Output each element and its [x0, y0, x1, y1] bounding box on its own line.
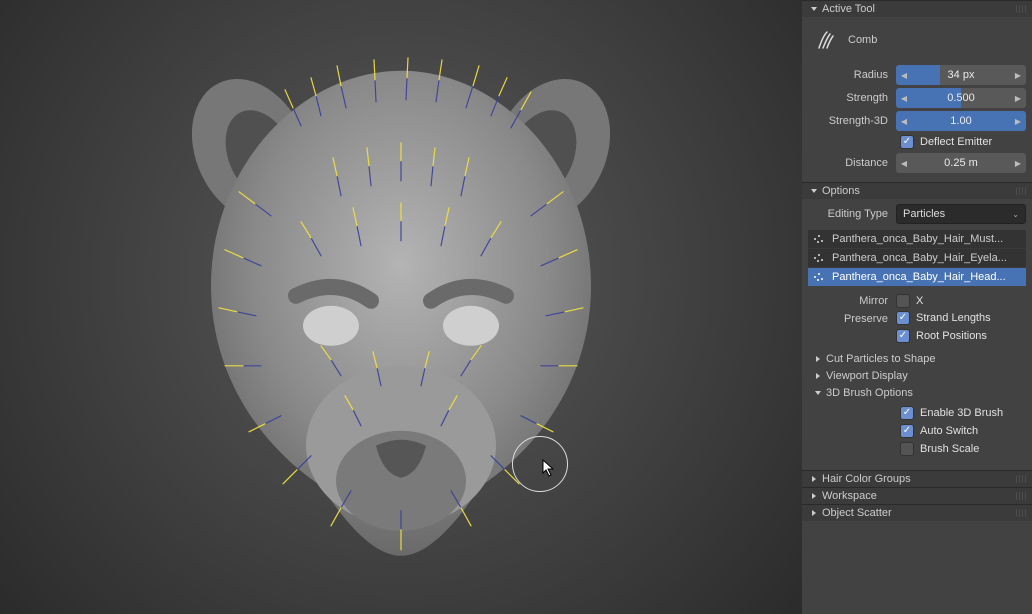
caret-left-icon[interactable]: ◀ — [898, 88, 910, 108]
particles-icon — [812, 251, 826, 265]
chevron-down-icon — [810, 5, 818, 13]
panel-grip-icon — [1016, 5, 1028, 13]
chevron-right-icon — [814, 355, 822, 363]
panel-title: Active Tool — [822, 3, 875, 15]
caret-left-icon[interactable]: ◀ — [898, 153, 910, 173]
strength3d-label: Strength-3D — [808, 115, 892, 127]
chevron-right-icon — [814, 372, 822, 380]
distance-value: 0.25 m — [944, 157, 978, 169]
brush-scale-checkbox[interactable] — [900, 442, 914, 456]
editing-type-dropdown[interactable]: Particles ⌄ — [896, 204, 1026, 224]
chevron-right-icon — [810, 509, 818, 517]
strength-label: Strength — [808, 92, 892, 104]
chevron-down-icon: ⌄ — [1012, 210, 1019, 219]
strength3d-input[interactable]: ◀ 1.00 ▶ — [896, 111, 1026, 131]
radius-input[interactable]: ◀ 34 px ▶ — [896, 65, 1026, 85]
list-item[interactable]: Panthera_onca_Baby_Hair_Must... — [808, 230, 1026, 248]
chevron-down-icon — [814, 389, 822, 397]
strength3d-value: 1.00 — [950, 115, 971, 127]
list-item[interactable]: Panthera_onca_Baby_Hair_Head... — [808, 267, 1026, 286]
chevron-down-icon — [810, 187, 818, 195]
preserve-strand-lengths-checkbox[interactable] — [896, 311, 910, 325]
editing-type-value: Particles — [903, 208, 945, 220]
panel-title: Options — [822, 185, 860, 197]
chevron-right-icon — [810, 492, 818, 500]
radius-value: 34 px — [948, 69, 975, 81]
subpanel-cut-particles[interactable]: Cut Particles to Shape — [808, 351, 1026, 367]
list-item[interactable]: Panthera_onca_Baby_Hair_Eyela... — [808, 248, 1026, 267]
app-root: Active Tool Comb Radius ◀ 34 px ▶ — [0, 0, 1032, 614]
mirror-x-checkbox[interactable] — [896, 294, 910, 308]
strength-value: 0.500 — [947, 92, 975, 104]
caret-left-icon[interactable]: ◀ — [898, 65, 910, 85]
auto-switch-checkbox[interactable] — [900, 424, 914, 438]
panel-header-options[interactable]: Options — [802, 182, 1032, 199]
auto-switch-label: Auto Switch — [920, 425, 978, 437]
subpanel-title: 3D Brush Options — [826, 387, 913, 399]
preserve-label: Preserve — [808, 311, 892, 325]
panel-header-object-scatter[interactable]: Object Scatter — [802, 504, 1032, 521]
brush-scale-label: Brush Scale — [920, 443, 979, 455]
subpanel-viewport-display[interactable]: Viewport Display — [808, 368, 1026, 384]
root-positions-label: Root Positions — [916, 330, 987, 342]
deflect-emitter-checkbox[interactable] — [900, 135, 914, 149]
particles-icon — [812, 232, 826, 246]
list-item-label: Panthera_onca_Baby_Hair_Head... — [832, 271, 1022, 283]
caret-right-icon[interactable]: ▶ — [1012, 153, 1024, 173]
caret-right-icon[interactable]: ▶ — [1012, 111, 1024, 131]
preserve-root-positions-checkbox[interactable] — [896, 329, 910, 343]
distance-label: Distance — [808, 157, 892, 169]
panel-header-hair-color-groups[interactable]: Hair Color Groups — [802, 470, 1032, 487]
panel-header-workspace[interactable]: Workspace — [802, 487, 1032, 504]
strand-lengths-label: Strand Lengths — [916, 312, 991, 324]
mirror-x-label: X — [916, 295, 923, 307]
particles-icon — [812, 270, 826, 284]
tool-name: Comb — [848, 34, 877, 46]
distance-input[interactable]: ◀ 0.25 m ▶ — [896, 153, 1026, 173]
sidebar: Active Tool Comb Radius ◀ 34 px ▶ — [802, 0, 1032, 614]
subpanel-3d-brush-options[interactable]: 3D Brush Options — [808, 385, 1026, 401]
particle-system-list[interactable]: Panthera_onca_Baby_Hair_Must... Panthera… — [808, 230, 1026, 286]
panel-title: Object Scatter — [822, 507, 892, 519]
strength-input[interactable]: ◀ 0.500 ▶ — [896, 88, 1026, 108]
subpanel-title: Cut Particles to Shape — [826, 353, 935, 365]
panel-body-options: Editing Type Particles ⌄ Panthera_onca_B… — [802, 199, 1032, 470]
panel-title: Workspace — [822, 490, 877, 502]
panel-grip-icon — [1016, 475, 1028, 483]
enable-3d-brush-label: Enable 3D Brush — [920, 407, 1003, 419]
caret-right-icon[interactable]: ▶ — [1012, 88, 1024, 108]
deflect-emitter-label: Deflect Emitter — [920, 136, 992, 148]
panel-title: Hair Color Groups — [822, 473, 911, 485]
caret-right-icon[interactable]: ▶ — [1012, 65, 1024, 85]
list-item-label: Panthera_onca_Baby_Hair_Must... — [832, 233, 1022, 245]
panel-grip-icon — [1016, 509, 1028, 517]
chevron-right-icon — [810, 475, 818, 483]
comb-icon — [814, 27, 840, 53]
subpanel-title: Viewport Display — [826, 370, 908, 382]
enable-3d-brush-checkbox[interactable] — [900, 406, 914, 420]
panel-header-active-tool[interactable]: Active Tool — [802, 0, 1032, 17]
panel-grip-icon — [1016, 187, 1028, 195]
model-silhouette — [161, 16, 641, 576]
viewport-3d[interactable] — [0, 0, 802, 614]
caret-left-icon[interactable]: ◀ — [898, 111, 910, 131]
editing-type-label: Editing Type — [808, 208, 892, 220]
mirror-label: Mirror — [808, 295, 892, 307]
list-item-label: Panthera_onca_Baby_Hair_Eyela... — [832, 252, 1022, 264]
panel-grip-icon — [1016, 492, 1028, 500]
panel-body-active-tool: Comb Radius ◀ 34 px ▶ Strength ◀ 0.500 ▶ — [802, 17, 1032, 182]
radius-label: Radius — [808, 69, 892, 81]
